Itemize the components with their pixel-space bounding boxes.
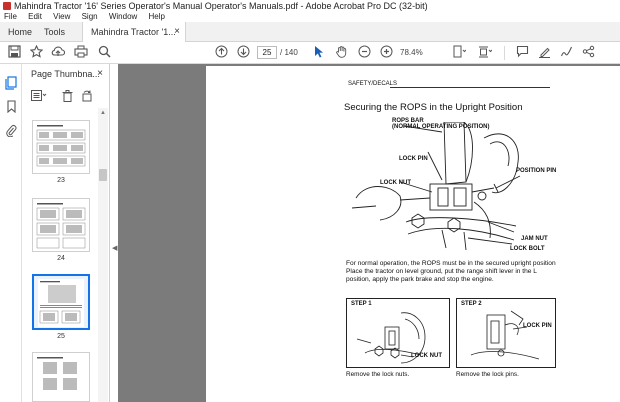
step1-figure: STEP 1 LOCK NUT [346,298,450,368]
search-icon[interactable] [96,45,112,61]
tab-tools[interactable]: Tools [36,22,76,42]
step1-caption: Remove the lock nuts. [346,371,410,378]
menu-window[interactable]: Window [109,12,137,21]
acrobat-app-icon [3,2,11,10]
step2-title: STEP 2 [461,301,482,307]
draw-freehand-icon[interactable] [558,45,574,61]
toolbar-divider [504,46,505,60]
tab-home[interactable]: Home [0,22,36,42]
label-lock-bolt: LOCK BOLT [510,246,545,252]
zoom-out-icon[interactable] [356,45,372,61]
close-tab-icon[interactable]: × [174,22,180,42]
scrolling-mode-icon[interactable] [477,45,493,61]
hand-tool-icon[interactable] [333,45,349,61]
step1-label-lock-nut: LOCK NUT [411,353,442,359]
tab-bar: Home Tools Mahindra Tractor '1... × [0,22,620,42]
page-total: / 140 [280,48,298,57]
label-lock-pin: LOCK PIN [399,156,428,162]
thumbnails-toolbar [22,86,110,108]
scroll-up-arrow-icon[interactable]: ▲ [98,110,108,116]
page-display-icon[interactable] [451,45,467,61]
scrollbar-thumb[interactable] [99,169,107,181]
tab-document[interactable]: Mahindra Tractor '1... × [82,22,186,42]
menu-help[interactable]: Help [149,12,165,21]
highlight-pen-icon[interactable] [536,45,552,61]
rops-diagram [351,122,521,251]
previous-page-icon[interactable] [213,45,229,61]
step2-illustration [470,310,540,360]
zoom-in-icon[interactable] [378,45,394,61]
upload-cloud-icon[interactable] [50,45,66,61]
step1-title: STEP 1 [351,301,372,307]
page-heading: Securing the ROPS in the Upright Positio… [344,102,523,113]
main-toolbar: 25 / 140 78.4% ▼ [0,42,620,70]
page-thumbnail[interactable] [32,352,90,402]
share-icon[interactable] [580,45,596,61]
thumbnails-panel-title: Page Thumbna... [31,69,100,79]
rotate-page-icon[interactable] [80,90,94,104]
label-lock-nut: LOCK NUT [380,180,411,186]
thumbnail-options-icon[interactable] [30,90,48,104]
print-icon[interactable] [73,45,89,61]
label-jam-nut: JAM NUT [521,236,548,242]
thumbnail-page-label: 24 [57,255,65,262]
zoom-level-dropdown[interactable]: 78.4% ▼ [400,46,432,70]
attachments-paperclip-icon[interactable] [4,124,18,138]
thumbnail-page-label: 23 [57,177,65,184]
collapse-panel-arrow-icon[interactable]: ◀ [112,244,117,252]
pdf-page: SAFETY/DECALS Securing the ROPS in the U… [206,66,620,402]
save-icon[interactable] [6,45,22,61]
select-cursor-icon[interactable] [311,45,327,61]
comment-icon[interactable] [514,45,530,61]
label-rops-bar-sub: (NORMAL OPERATING POSITION) [392,124,490,130]
delete-trash-icon[interactable] [60,90,74,104]
body-line: Place the tractor on level ground, put t… [346,268,537,275]
thumbnails-scrollbar[interactable]: ▲ [98,108,108,402]
bookmarks-icon[interactable] [4,100,18,114]
step2-figure: STEP 2 LOCK PIN [456,298,556,368]
page-thumbnail-selected[interactable] [32,274,90,330]
tab-document-label: Mahindra Tractor '1... [91,27,176,37]
step2-caption: Remove the lock pins. [456,371,519,378]
menu-edit[interactable]: Edit [28,12,42,21]
thumbnails-panel-header: Page Thumbna... × [22,64,110,84]
page-thumbnail[interactable] [32,120,90,174]
menu-sign[interactable]: Sign [82,12,98,21]
body-line: For normal operation, the ROPS must be i… [346,260,556,267]
body-line: position, apply the park brake and stop … [346,276,494,283]
zoom-level-value: 78.4% [400,48,423,57]
header-rule [390,87,550,88]
label-position-pin: POSITION PIN [516,168,557,174]
page-thumbnail[interactable] [32,198,90,252]
next-page-icon[interactable] [235,45,251,61]
page-number-input[interactable]: 25 [257,46,277,59]
thumbnail-page-label: 25 [57,333,65,340]
window-title: Mahindra Tractor '16' Series Operator's … [14,1,428,11]
step2-label-lock-pin: LOCK PIN [523,323,552,329]
page-thumbnails-panel: Page Thumbna... × 23 24 25 ▲ [22,64,110,402]
left-navigation-rail [0,64,22,402]
menu-file[interactable]: File [4,12,17,21]
close-panel-icon[interactable]: × [97,64,103,84]
window-title-bar: Mahindra Tractor '16' Series Operator's … [0,0,620,12]
menu-bar: File Edit View Sign Window Help [0,12,620,22]
menu-view[interactable]: View [53,12,70,21]
bookmark-star-icon[interactable] [28,44,44,61]
page-thumbnails-icon[interactable] [4,76,18,90]
